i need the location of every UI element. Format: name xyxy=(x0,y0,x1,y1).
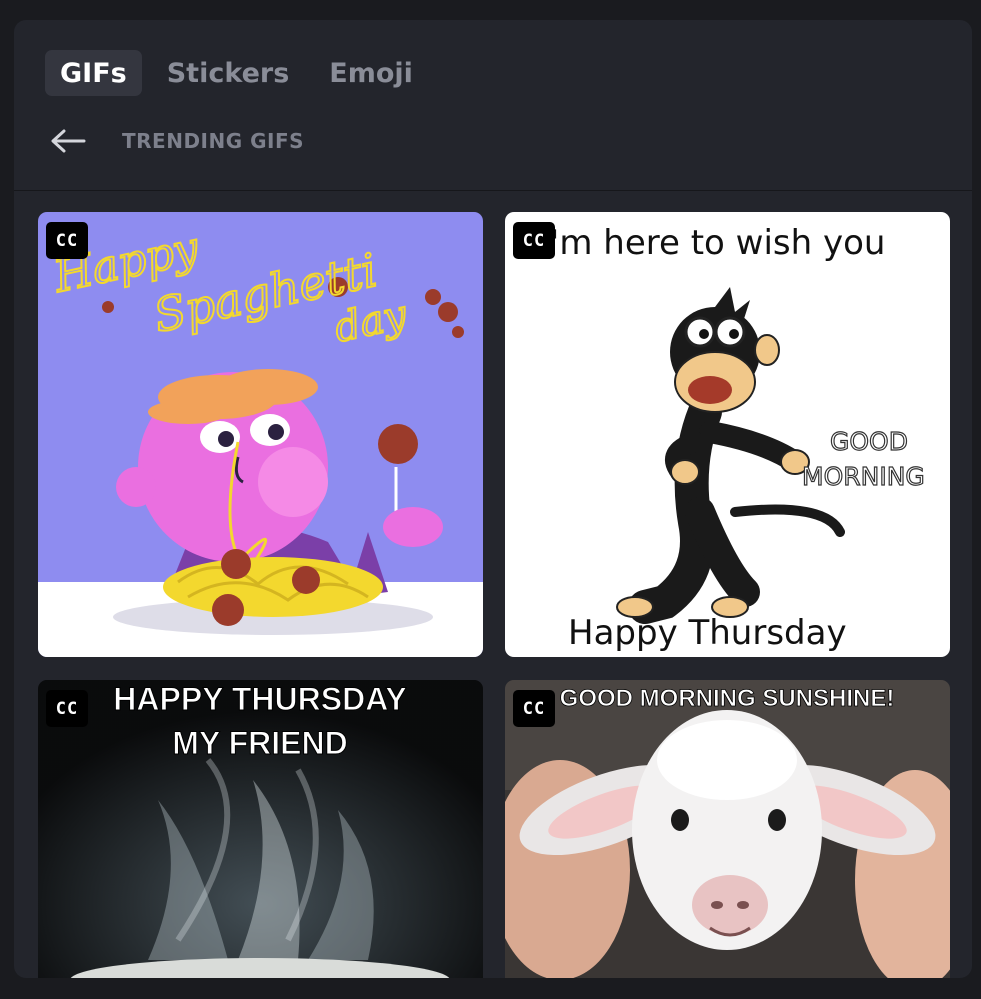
back-button[interactable] xyxy=(48,123,88,159)
gif-picker-panel: GIFs Stickers Emoji TRENDING GIFS CC Hap… xyxy=(14,20,972,978)
caption-line2: MY FRIEND xyxy=(172,725,347,761)
gif-tile-spaghetti[interactable]: CC Happy Spaghetti day xyxy=(38,212,483,657)
tab-emoji[interactable]: Emoji xyxy=(314,50,428,96)
tab-stickers[interactable]: Stickers xyxy=(152,50,305,96)
gif-image: I'm here to wish you GOOD MORNING Happy … xyxy=(505,212,950,657)
subheader: TRENDING GIFS xyxy=(48,123,304,159)
gif-image: HAPPY THURSDAY MY FRIEND xyxy=(38,680,483,978)
arrow-left-icon xyxy=(51,129,86,153)
gif-grid: CC Happy Spaghetti day CC I'm here to wi… xyxy=(14,191,972,978)
cc-badge: CC xyxy=(513,222,555,259)
caption-line1: HAPPY THURSDAY xyxy=(113,681,406,717)
gif-image: Happy Spaghetti day xyxy=(38,212,483,657)
cc-badge: CC xyxy=(46,690,88,727)
caption-bottom: Happy Thursday xyxy=(568,613,847,653)
gif-image: GOOD MORNING SUNSHINE! xyxy=(505,680,950,978)
caption-top: GOOD MORNING SUNSHINE! xyxy=(560,685,895,712)
cc-badge: CC xyxy=(513,690,555,727)
caption-good: GOOD xyxy=(830,427,908,456)
tab-gifs[interactable]: GIFs xyxy=(45,50,142,96)
gif-tile-lamb[interactable]: CC GOOD MORNING SUNSHINE! xyxy=(505,680,950,978)
section-title: TRENDING GIFS xyxy=(122,129,305,153)
caption-morning: MORNING xyxy=(802,462,925,491)
tab-bar: GIFs Stickers Emoji xyxy=(45,50,428,96)
cc-badge: CC xyxy=(46,222,88,259)
caption-top: I'm here to wish you xyxy=(540,223,885,263)
gif-tile-coffee[interactable]: CC HAPPY THURSDAY MY FRIEND xyxy=(38,680,483,978)
gif-tile-monkey[interactable]: CC I'm here to wish you GOOD MORNING Hap… xyxy=(505,212,950,657)
